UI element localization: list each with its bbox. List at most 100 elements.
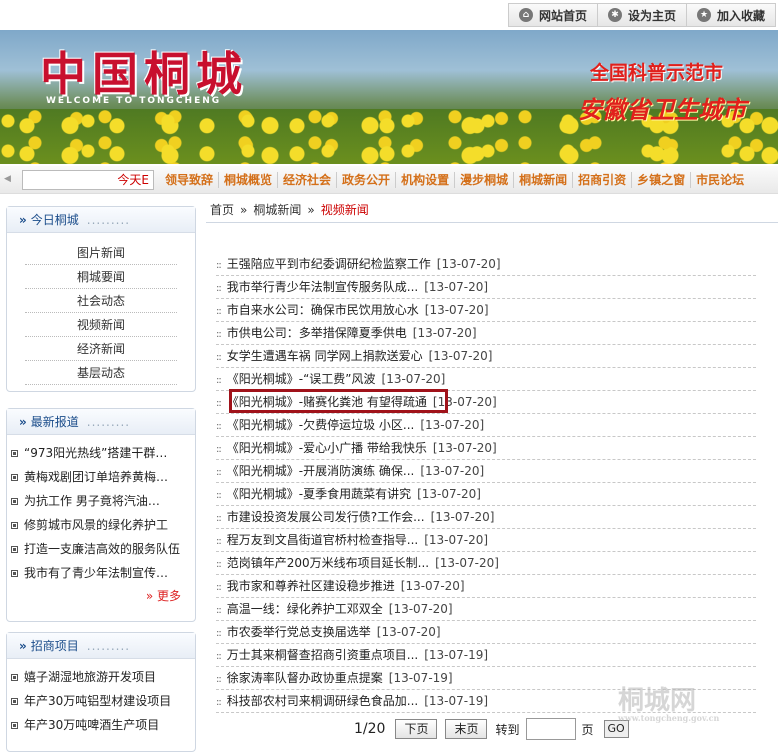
next-page-button[interactable]: 下页 [395, 719, 438, 739]
article-row[interactable]: :: 范岗镇年产200万米线布项目延长制... [13-07-20] [216, 552, 756, 575]
list-item[interactable]: 修剪城市风景的绿化养护工 [7, 513, 195, 537]
sidebar-latest-header: » 最新报道......... [7, 409, 195, 435]
settings-icon: ✱ [607, 8, 622, 22]
top-bar: ⌂ 网站首页 ✱ 设为主页 ★ 加入收藏 [0, 0, 778, 30]
goto-label: 转到 [495, 722, 520, 737]
article-title[interactable]: 市建设投资发展公司发行债?工作会... [227, 510, 425, 524]
nav-item-economy[interactable]: 经济社会 [277, 172, 336, 188]
article-date: [13-07-20] [381, 372, 446, 386]
nav-item-towns[interactable]: 乡镇之窗 [631, 172, 690, 188]
article-list: :: 王强陪应平到市纪委调研纪检监察工作 [13-07-20]:: 我市举行青少年法制… [216, 253, 756, 713]
article-date: [13-07-20] [400, 579, 465, 593]
bullet-icon: :: [216, 490, 222, 501]
article-title[interactable]: 《阳光桐城》-爱心小广播 带给我快乐 [227, 441, 427, 455]
article-title[interactable]: 《阳光桐城》-欠费停运垃圾 小区... [227, 418, 415, 432]
article-date: [13-07-20] [417, 487, 481, 501]
article-title[interactable]: 高温一线：绿化养护工邓双全 [227, 602, 383, 616]
more-link[interactable]: » 更多 [7, 585, 195, 607]
nav-item-overview[interactable]: 桐城概览 [218, 172, 277, 188]
bullet-icon: :: [216, 582, 222, 593]
chevron-right-icon: » [19, 415, 27, 429]
sidebar-item-photo-news[interactable]: 图片新闻 [25, 241, 177, 265]
article-row[interactable]: :: 《阳光桐城》-“误工费”风波 [13-07-20] [216, 368, 756, 391]
article-title[interactable]: 科技部农村司来桐调研绿色食品加... [227, 694, 418, 708]
article-title[interactable]: 《阳光桐城》-“误工费”风波 [227, 372, 376, 386]
list-item[interactable]: 我市有了青少年法制宣传… [7, 561, 195, 585]
article-title[interactable]: 女学生遭遇车祸 同学网上捐款送爱心 [227, 349, 423, 363]
article-title[interactable]: 《阳光桐城》-开展消防演练 确保... [227, 464, 415, 478]
nav-item-government[interactable]: 政务公开 [336, 172, 395, 188]
list-item[interactable]: 黄梅戏剧团订单培养黄梅… [7, 465, 195, 489]
article-title[interactable]: 徐家涛率队督办政协重点提案 [227, 671, 383, 685]
breadcrumb-section[interactable]: 桐城新闻 [253, 203, 301, 217]
news-ticker[interactable]: 今天E [22, 170, 154, 190]
article-title[interactable]: 程万友到文昌街道官桥村检查指导... [227, 533, 418, 547]
sidebar-latest: » 最新报道......... “973阳光热线”搭建干群… 黄梅戏剧团订单培养黄… [6, 408, 196, 622]
article-row[interactable]: :: 《阳光桐城》-欠费停运垃圾 小区... [13-07-20] [216, 414, 756, 437]
nav-item-news[interactable]: 桐城新闻 [513, 172, 572, 188]
bullet-icon [11, 698, 18, 705]
banner-slogan-2: 安徽省卫生城市 [578, 96, 746, 124]
article-row[interactable]: :: 《阳光桐城》-夏季食用蔬菜有讲究 [13-07-20] [216, 483, 756, 506]
article-title[interactable]: 王强陪应平到市纪委调研纪检监察工作 [227, 257, 431, 271]
sidebar-item-headlines[interactable]: 桐城要闻 [25, 265, 177, 289]
nav-item-tour[interactable]: 漫步桐城 [454, 172, 513, 188]
add-favorite-link[interactable]: ★ 加入收藏 [685, 4, 775, 26]
set-homepage-link[interactable]: ✱ 设为主页 [596, 4, 686, 26]
list-item[interactable]: 嬉子湖湿地旅游开发项目 [7, 665, 195, 689]
article-row[interactable]: :: 《阳光桐城》-爱心小广播 带给我快乐 [13-07-20] [216, 437, 756, 460]
article-title[interactable]: 我市家和尊养社区建设稳步推进 [227, 579, 395, 593]
list-item[interactable]: “973阳光热线”搭建干群… [7, 441, 195, 465]
article-row[interactable]: :: 市农委举行党总支换届选举 [13-07-20] [216, 621, 756, 644]
list-item[interactable]: 为抗工作 男子竟将汽油… [7, 489, 195, 513]
nav-item-forum[interactable]: 市民论坛 [690, 172, 749, 188]
list-item[interactable]: 年产30万吨啤酒生产项目 [7, 713, 195, 737]
article-date: [13-07-20] [424, 280, 489, 294]
list-item[interactable]: 年产30万吨铝型材建设项目 [7, 689, 195, 713]
article-title[interactable]: 我市举行青少年法制宣传服务队成... [227, 280, 418, 294]
bullet-icon: :: [216, 375, 222, 386]
article-row[interactable]: :: 程万友到文昌街道官桥村检查指导... [13-07-20] [216, 529, 756, 552]
sidebar-item-economy-news[interactable]: 经济新闻 [25, 337, 177, 361]
article-title[interactable]: 《阳光桐城》-夏季食用蔬菜有讲究 [227, 487, 411, 501]
article-row[interactable]: :: 市自来水公司：确保市民饮用放心水 [13-07-20] [216, 299, 756, 322]
page-number-input[interactable] [525, 718, 576, 740]
divider [206, 222, 778, 223]
article-row[interactable]: :: 女学生遭遇车祸 同学网上捐款送爱心 [13-07-20] [216, 345, 756, 368]
bullet-icon [11, 450, 18, 457]
article-row[interactable]: :: 《阳光桐城》-开展消防演练 确保... [13-07-20] [216, 460, 756, 483]
main-nav: ◀ 今天E 领导致辞 桐城概览 经济社会 政务公开 机构设置 漫步桐城 桐城新闻… [0, 166, 778, 194]
sidebar-item-social[interactable]: 社会动态 [25, 289, 177, 313]
banner-slogan-1: 全国科普示范市 [590, 62, 724, 84]
sidebar-item-grassroots[interactable]: 基层动态 [25, 361, 177, 385]
nav-item-institutions[interactable]: 机构设置 [395, 172, 454, 188]
article-title[interactable]: 万士其来桐督查招商引资重点项目... [227, 648, 418, 662]
article-date: [13-07-19] [388, 671, 453, 685]
breadcrumb: 首页» 桐城新闻» 视频新闻 [210, 203, 369, 217]
bullet-icon: :: [216, 260, 222, 271]
article-title[interactable]: 范岗镇年产200万米线布项目延长制... [227, 556, 429, 570]
bullet-icon: :: [216, 605, 222, 616]
article-title[interactable]: 市农委举行党总支换届选举 [227, 625, 371, 639]
bullet-icon [11, 674, 18, 681]
home-link[interactable]: ⌂ 网站首页 [509, 4, 597, 26]
article-row[interactable]: :: 我市家和尊养社区建设稳步推进 [13-07-20] [216, 575, 756, 598]
article-date: [13-07-20] [420, 464, 485, 478]
article-row[interactable]: :: 市供电公司：多举措保障夏季供电 [13-07-20] [216, 322, 756, 345]
last-page-button[interactable]: 末页 [445, 719, 488, 739]
article-row[interactable]: :: 高温一线：绿化养护工邓双全 [13-07-20] [216, 598, 756, 621]
article-title[interactable]: 市自来水公司：确保市民饮用放心水 [227, 303, 419, 317]
article-title[interactable]: 市供电公司：多举措保障夏季供电 [227, 326, 407, 340]
nav-left-arrow-icon[interactable]: ◀ [4, 174, 11, 184]
list-item[interactable]: 打造一支廉洁高效的服务队伍 [7, 537, 195, 561]
article-row[interactable]: :: 我市举行青少年法制宣传服务队成... [13-07-20] [216, 276, 756, 299]
sidebar-item-video-news[interactable]: 视频新闻 [25, 313, 177, 337]
breadcrumb-home[interactable]: 首页 [210, 203, 234, 217]
nav-item-leader-speech[interactable]: 领导致辞 [160, 172, 218, 188]
article-row[interactable]: :: 市建设投资发展公司发行债?工作会... [13-07-20] [216, 506, 756, 529]
article-row[interactable]: :: 万士其来桐督查招商引资重点项目... [13-07-19] [216, 644, 756, 667]
nav-item-investment[interactable]: 招商引资 [572, 172, 631, 188]
article-date: [13-07-19] [424, 694, 489, 708]
watermark-logo: 桐城网 www.tongcheng.gov.cn [618, 686, 720, 723]
article-row[interactable]: :: 王强陪应平到市纪委调研纪检监察工作 [13-07-20] [216, 253, 756, 276]
